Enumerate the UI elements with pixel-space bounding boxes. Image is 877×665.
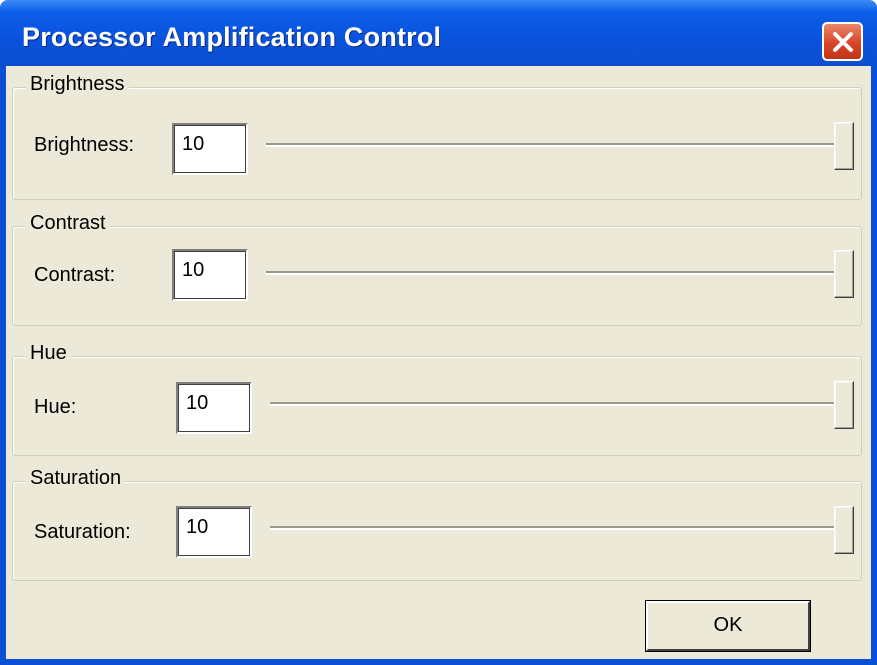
brightness-label: Brightness: [34,134,135,156]
saturation-slider-thumb[interactable] [834,506,854,554]
title-bar[interactable]: Processor Amplification Control [0,0,877,66]
saturation-label: Saturation: [34,521,131,543]
close-icon [833,32,853,52]
brightness-slider-track[interactable] [266,143,850,147]
saturation-input[interactable]: 10 [176,506,252,558]
group-title: Hue [26,342,71,365]
hue-label: Hue: [34,396,77,418]
group-saturation: Saturation Saturation: 10 [12,467,862,581]
window-title: Processor Amplification Control [22,22,442,52]
group-contrast: Contrast Contrast: 10 [12,212,862,326]
dialog-client-area: Brightness Brightness: 10 Contrast Contr… [6,66,871,659]
group-title: Saturation [26,467,126,490]
hue-input[interactable]: 10 [176,382,252,434]
ok-button[interactable]: OK [645,600,811,652]
hue-slider-track[interactable] [270,402,848,406]
close-button[interactable] [822,22,863,61]
group-title: Contrast [26,212,110,235]
saturation-slider-track[interactable] [270,526,848,530]
brightness-input[interactable]: 10 [172,123,248,175]
group-hue: Hue Hue: 10 [12,342,862,456]
contrast-input[interactable]: 10 [172,249,248,301]
hue-slider-thumb[interactable] [834,381,854,429]
group-brightness: Brightness Brightness: 10 [12,73,862,200]
dialog-window: Processor Amplification Control Brightne… [0,0,877,665]
contrast-slider-track[interactable] [266,271,850,275]
brightness-slider-thumb[interactable] [834,122,854,170]
group-title: Brightness [26,73,129,96]
contrast-slider-thumb[interactable] [834,250,854,298]
contrast-label: Contrast: [34,264,116,286]
